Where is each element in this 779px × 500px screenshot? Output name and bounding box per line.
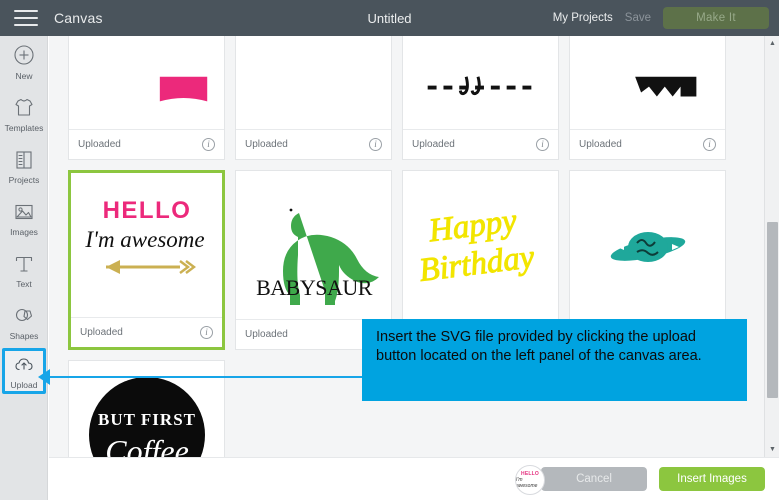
scrollbar-thumb[interactable] (767, 222, 778, 398)
chevron-down-icon[interactable]: ▼ (765, 442, 779, 457)
sidebar-item-label: Templates (4, 122, 44, 133)
babysaur-dinosaur-art: BABYSAUR (256, 206, 379, 305)
pink-banner-partial-art (159, 76, 208, 102)
image-card[interactable]: Uploaded i (569, 36, 726, 160)
card-status-label: Uploaded (80, 327, 123, 338)
image-card-selected[interactable]: HELLO I'm awesome Uploaded i (68, 170, 225, 350)
art-text-im-awesome: I'm awesome (84, 227, 204, 252)
teal-planet-art (610, 231, 685, 262)
plus-circle-icon (14, 45, 34, 65)
sidebar-item-label: Text (16, 278, 32, 289)
card-artwork (236, 36, 391, 129)
my-projects-link[interactable]: My Projects (553, 12, 613, 24)
card-status-label: Uploaded (245, 329, 288, 340)
card-status-label: Uploaded (245, 139, 288, 150)
card-artwork (403, 36, 558, 129)
sidebar-item-templates[interactable]: Templates (0, 88, 48, 140)
callout-arrow-head (38, 369, 50, 385)
card-artwork (570, 171, 725, 319)
upload-cloud-icon (15, 358, 33, 370)
card-artwork (69, 36, 224, 129)
black-script-partial-art (635, 76, 697, 97)
sidebar-item-new[interactable]: New (0, 36, 48, 88)
text-t-icon (15, 256, 33, 272)
picture-icon (15, 204, 33, 219)
header-actions: My Projects Save Make It (553, 0, 769, 36)
sidebar-item-projects[interactable]: Projects (0, 140, 48, 192)
image-card[interactable]: Uploaded i (402, 36, 559, 160)
sidebar-item-label: Shapes (9, 330, 39, 341)
save-button[interactable]: Save (625, 12, 651, 24)
image-card[interactable]: Uploaded i (68, 36, 225, 160)
sidebar-item-label: Upload (10, 379, 38, 390)
cancel-button[interactable]: Cancel (541, 467, 647, 491)
art-text-babysaur: BABYSAUR (256, 275, 373, 300)
info-circle-icon[interactable]: i (202, 138, 215, 151)
hamburger-menu-icon[interactable] (14, 10, 38, 26)
sidebar-item-text[interactable]: Text (0, 244, 48, 296)
shirt-icon (15, 98, 33, 116)
callout-arrow-line (46, 376, 364, 378)
book-icon (16, 151, 32, 169)
hello-im-awesome-art: HELLO I'm awesome (84, 197, 204, 274)
card-footer: Uploaded i (236, 129, 391, 159)
info-circle-icon[interactable]: i (703, 138, 716, 151)
card-artwork: HELLO I'm awesome (71, 173, 222, 317)
sidebar-item-label: Projects (8, 174, 40, 185)
insert-images-button[interactable]: Insert Images (659, 467, 765, 491)
art-text-coffee: Coffee (105, 433, 189, 458)
card-status-label: Uploaded (412, 139, 455, 150)
card-artwork: BABYSAUR (236, 171, 391, 319)
sidebar-item-label: New (15, 70, 33, 81)
info-circle-icon[interactable]: i (536, 138, 549, 151)
sidebar-item-shapes[interactable]: Shapes (0, 296, 48, 348)
shapes-icon (15, 308, 33, 321)
watermark-logo: HELLO I'm awesome (515, 465, 545, 495)
card-footer: Uploaded i (403, 129, 558, 159)
art-text-but-first: BUT FIRST (98, 410, 196, 429)
sidebar-item-label: Images (10, 226, 38, 237)
chevron-up-icon[interactable]: ▲ (765, 36, 779, 51)
card-footer: Uploaded i (69, 129, 224, 159)
dashed-script-partial-art (427, 76, 534, 96)
card-status-label: Uploaded (579, 139, 622, 150)
cricut-design-space-window: Canvas Untitled My Projects Save Make It… (0, 0, 779, 500)
make-it-button[interactable]: Make It (663, 7, 769, 29)
watermark-bottom-text: I'm awesome (516, 477, 538, 489)
gallery-scrollbar[interactable]: ▲ ▼ (764, 36, 779, 457)
card-footer: Uploaded i (570, 129, 725, 159)
happy-birthday-art: Happy Birthday (416, 202, 536, 289)
card-status-label: Uploaded (78, 139, 121, 150)
left-sidebar: New Templates Projects Images Text Shape… (0, 36, 48, 500)
instruction-callout: Insert the SVG file provided by clicking… (362, 319, 747, 401)
card-artwork (570, 36, 725, 129)
art-text-hello: HELLO (102, 197, 191, 224)
card-artwork: Happy Birthday (403, 171, 558, 319)
card-footer: Uploaded i (71, 317, 222, 347)
app-header: Canvas Untitled My Projects Save Make It (0, 0, 779, 36)
image-card[interactable]: Uploaded i (235, 36, 392, 160)
canvas-label: Canvas (54, 10, 103, 26)
info-circle-icon[interactable]: i (200, 326, 213, 339)
image-card[interactable]: BUT FIRST Coffee Uploaded i (68, 360, 225, 457)
sidebar-item-images[interactable]: Images (0, 192, 48, 244)
gallery-action-bar: HELLO I'm awesome Cancel Insert Images (49, 457, 779, 500)
info-circle-icon[interactable]: i (369, 138, 382, 151)
